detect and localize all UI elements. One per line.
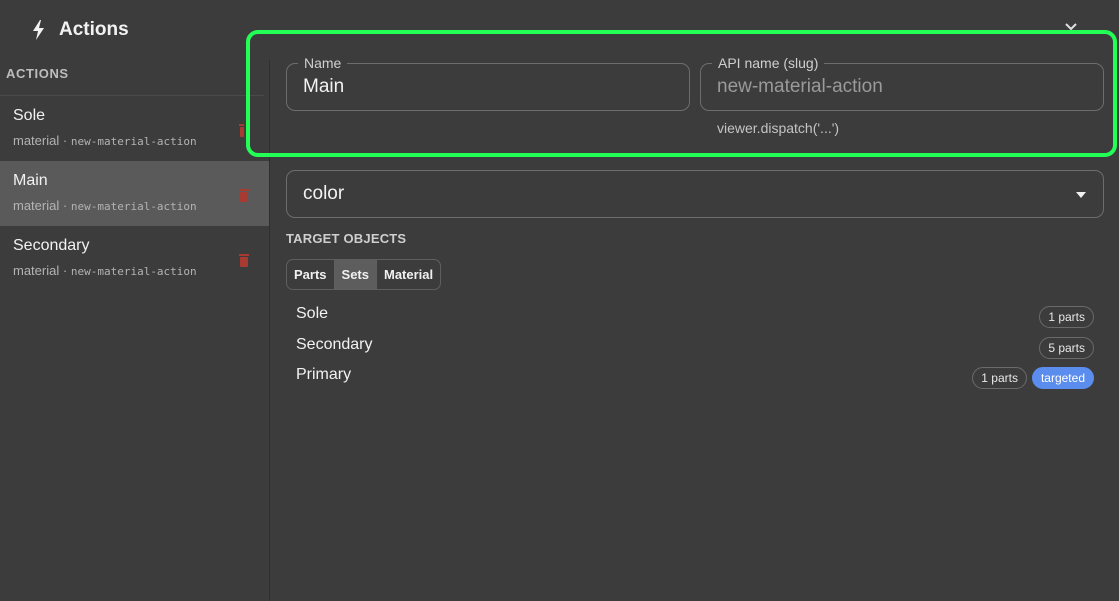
badges: 1 parts [1039,306,1094,328]
list-item[interactable]: Sole 1 parts [296,303,1096,328]
meta-separator: · [62,198,68,213]
parts-count-badge: 1 parts [972,367,1027,389]
tab-material[interactable]: Material [377,260,440,289]
target-objects-label: TARGET OBJECTS [286,231,407,246]
action-type: material [13,133,60,148]
panel-title: Actions [59,19,129,40]
close-button[interactable] [1060,16,1082,38]
tab-parts[interactable]: Parts [287,260,335,289]
sidebar-section-label: ACTIONS [0,60,264,96]
action-type: material [13,263,60,278]
dispatch-hint: viewer.dispatch('...') [717,120,840,136]
trash-icon[interactable] [238,188,250,202]
action-meta: material · new-material-action [13,133,269,150]
set-name: Sole [296,305,329,322]
property-select-value: color [303,183,345,204]
parts-count-badge: 5 parts [1039,337,1094,359]
sidebar-item-sole[interactable]: Sole material · new-material-action [0,96,269,161]
action-slug: new-material-action [70,200,197,213]
set-name: Secondary [296,336,373,353]
sidebar-item-main[interactable]: Main material · new-material-action [0,161,269,226]
api-name-field: API name (slug) [700,55,1104,111]
badges: 5 parts [1039,337,1094,359]
bolt-icon [32,20,46,40]
action-name: Sole [13,107,46,124]
caret-down-icon [1076,192,1086,198]
api-name-input[interactable] [701,64,1103,110]
targeted-badge: targeted [1031,367,1094,389]
trash-icon[interactable] [238,123,244,137]
trash-icon[interactable] [238,253,250,267]
property-select[interactable]: color [286,170,1104,218]
list-item[interactable]: Primary 1 parts targeted [296,364,1096,389]
actions-sidebar: ACTIONS Sole material · new-material-act… [0,60,270,601]
sidebar-item-secondary[interactable]: Secondary material · new-material-action [0,226,269,291]
meta-separator: · [62,263,68,278]
tab-sets[interactable]: Sets [334,260,377,289]
badges: 1 parts targeted [972,367,1094,389]
action-meta: material · new-material-action [13,198,269,215]
list-item[interactable]: Secondary 5 parts [296,334,1096,359]
action-slug: new-material-action [70,265,197,278]
set-name: Primary [296,366,352,383]
action-type: material [13,198,60,213]
parts-count-badge: 1 parts [1039,306,1094,328]
action-name: Secondary [13,237,90,254]
action-name: Main [13,172,48,189]
action-meta: material · new-material-action [13,263,269,280]
close-icon [1065,23,1077,31]
meta-separator: · [62,133,68,148]
name-field: Name [286,55,690,111]
target-tabs: Parts Sets Material [286,259,442,290]
name-input[interactable] [287,64,689,110]
action-slug: new-material-action [70,135,197,148]
panel-header: Actions [0,0,270,60]
